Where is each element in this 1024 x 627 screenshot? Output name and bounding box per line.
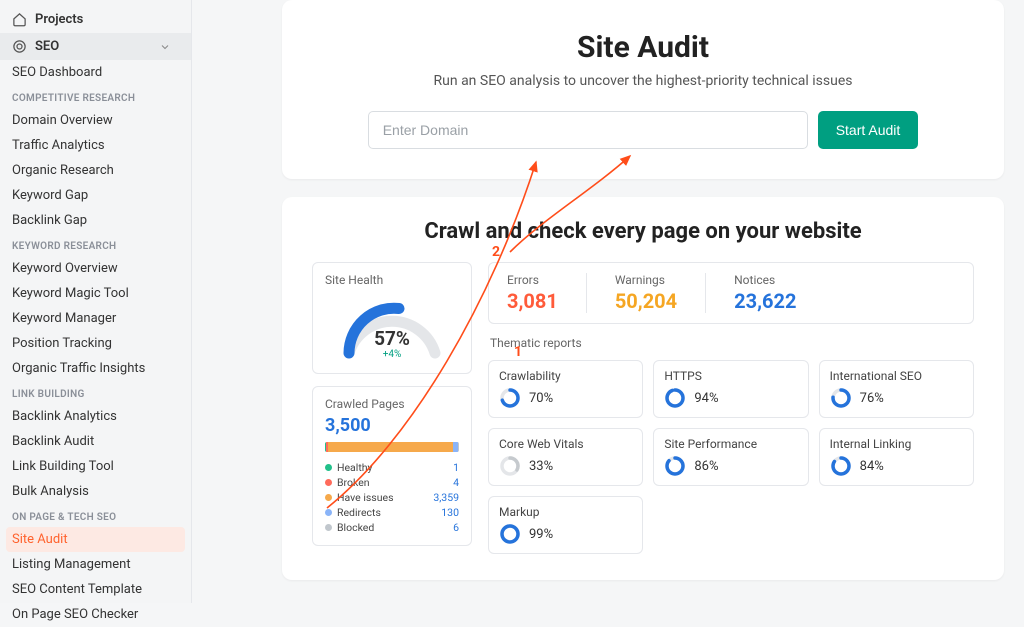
sidebar-item[interactable]: Keyword Magic Tool [0,281,191,306]
site-health-delta: +4% [337,349,447,360]
sidebar-item[interactable]: Site Audit [6,527,185,552]
sidebar-item[interactable]: Backlink Audit [0,429,191,454]
sidebar-item-seo[interactable]: SEO [0,33,191,60]
hero-card: Site Audit Run an SEO analysis to uncove… [282,0,1004,179]
tile-core-web-vitals[interactable]: Core Web Vitals33% [488,428,643,486]
tile-international-seo[interactable]: International SEO76% [819,360,974,418]
sidebar-section-title: LINK BUILDING [0,381,191,404]
sidebar-item[interactable]: Bulk Analysis [0,479,191,504]
sidebar-item-projects[interactable]: Projects [0,6,191,33]
sidebar-item[interactable]: Backlink Gap [0,208,191,233]
home-icon [12,12,27,27]
sidebar-item[interactable]: Keyword Manager [0,306,191,331]
sidebar-item[interactable]: Link Building Tool [0,454,191,479]
start-audit-button[interactable]: Start Audit [818,111,919,149]
sidebar-label: SEO [35,39,59,54]
sidebar-item[interactable]: Position Tracking [0,331,191,356]
tile-https[interactable]: HTTPS94% [653,360,808,418]
page-title: Site Audit [322,30,964,65]
annotation-1: 1 [514,344,522,360]
site-health-value: 57% [337,327,447,350]
sidebar-section-title: ON PAGE & TECH SEO [0,504,191,527]
page-subtitle: Run an SEO analysis to uncover the highe… [322,73,964,89]
tile-crawlability[interactable]: Crawlability70% [488,360,643,418]
sidebar-item[interactable]: Keyword Overview [0,256,191,281]
sidebar-item[interactable]: Domain Overview [0,108,191,133]
crawled-pages-card[interactable]: Crawled Pages 3,500 Healthy1Broken4Have … [312,386,472,546]
crawl-title: Crawl and check every page on your websi… [282,197,1004,262]
sidebar-section-title: COMPETITIVE RESEARCH [0,85,191,108]
legend-row: Healthy1 [325,460,459,475]
site-health-gauge: 57% +4% [337,293,447,363]
sidebar-item[interactable]: Organic Traffic Insights [0,356,191,381]
sidebar-item[interactable]: Backlink Analytics [0,404,191,429]
stat-errors[interactable]: Errors3,081 [507,273,558,313]
legend-row: Have issues3,359 [325,490,459,505]
tile-internal-linking[interactable]: Internal Linking84% [819,428,974,486]
sidebar-item[interactable]: On Page SEO Checker [0,602,191,627]
thematic-label: Thematic reports [490,336,974,350]
sidebar-item[interactable]: SEO Content Template [0,577,191,602]
sidebar-item[interactable]: Traffic Analytics [0,133,191,158]
chevron-down-icon [159,41,171,53]
sidebar: Projects SEO SEO Dashboard COMPETITIVE R… [0,0,192,603]
sidebar-label: Projects [35,12,83,27]
site-health-label: Site Health [325,273,459,287]
domain-input[interactable] [368,111,808,149]
stat-notices[interactable]: Notices23,622 [734,273,796,313]
target-icon [12,39,27,54]
site-health-card[interactable]: Site Health 57% +4% [312,262,472,374]
legend-row: Broken4 [325,475,459,490]
legend-row: Blocked6 [325,520,459,535]
crawl-card: Crawl and check every page on your websi… [282,197,1004,580]
crawled-pages-label: Crawled Pages [325,397,459,411]
crawled-pages-value: 3,500 [325,415,459,436]
crawled-pages-bar [325,442,459,452]
sidebar-item-dashboard[interactable]: SEO Dashboard [0,60,191,85]
tile-markup[interactable]: Markup99% [488,496,643,554]
legend-row: Redirects130 [325,505,459,520]
sidebar-item[interactable]: Organic Research [0,158,191,183]
sidebar-item[interactable]: Keyword Gap [0,183,191,208]
sidebar-section-title: KEYWORD RESEARCH [0,233,191,256]
sidebar-item[interactable]: Listing Management [0,552,191,577]
tile-site-performance[interactable]: Site Performance86% [653,428,808,486]
annotation-2: 2 [492,244,500,260]
main-content: Site Audit Run an SEO analysis to uncove… [192,0,1024,603]
stat-warnings[interactable]: Warnings50,204 [615,273,677,313]
stats-row: Errors3,081 Warnings50,204 Notices23,622 [488,262,974,324]
